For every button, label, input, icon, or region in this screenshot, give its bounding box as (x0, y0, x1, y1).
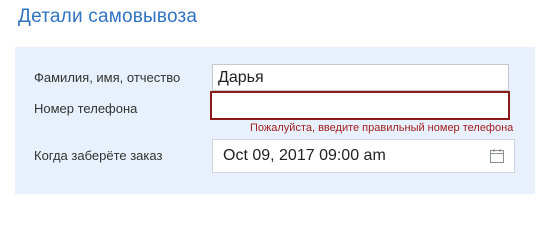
phone-input[interactable] (210, 91, 510, 120)
pickup-time-label: Когда заберёте заказ (34, 148, 163, 163)
section-title: Детали самовывоза (18, 6, 198, 27)
calendar-icon[interactable] (490, 149, 504, 163)
phone-label: Номер телефона (34, 101, 138, 116)
full-name-label: Фамилия, имя, отчество (34, 70, 181, 85)
phone-error-message: Пожалуйста, введите правильный номер тел… (250, 122, 514, 134)
full-name-input[interactable] (212, 64, 509, 91)
pickup-datetime-picker[interactable]: Oct 09, 2017 09:00 am (212, 139, 515, 173)
pickup-datetime-value: Oct 09, 2017 09:00 am (223, 147, 386, 164)
